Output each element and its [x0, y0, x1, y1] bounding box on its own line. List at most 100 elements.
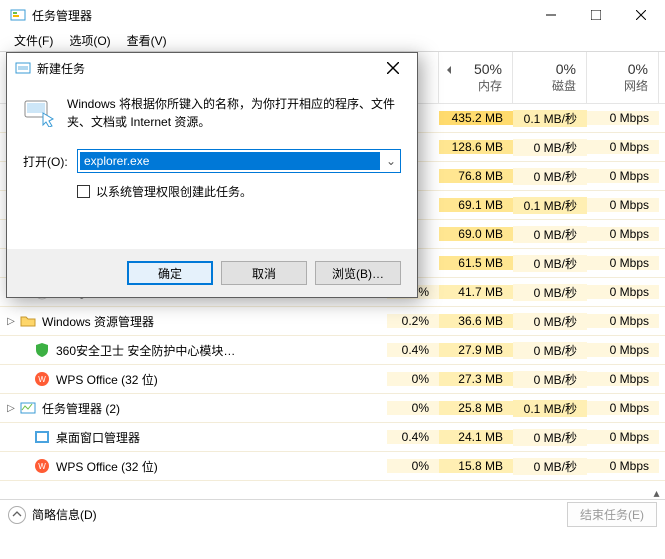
disk-cell: 0 MB/秒	[513, 371, 587, 388]
cpu-cell: 0.4%	[387, 430, 439, 444]
close-button[interactable]	[618, 0, 663, 30]
menu-file[interactable]: 文件(F)	[6, 30, 61, 51]
memory-cell: 25.8 MB	[439, 401, 513, 415]
ok-button[interactable]: 确定	[127, 261, 213, 285]
cpu-cell: 0.4%	[387, 343, 439, 357]
open-value[interactable]: explorer.exe	[80, 152, 380, 170]
minimize-button[interactable]	[528, 0, 573, 30]
disk-cell: 0.1 MB/秒	[513, 110, 587, 127]
network-cell: 0 Mbps	[587, 169, 659, 183]
open-combobox[interactable]: explorer.exe ⌄	[77, 149, 401, 173]
disk-cell: 0.1 MB/秒	[513, 400, 587, 417]
disk-percent: 0%	[556, 61, 576, 77]
wps-icon: W	[34, 458, 50, 474]
menu-options[interactable]: 选项(O)	[61, 30, 118, 51]
run-icon	[23, 95, 55, 127]
admin-checkbox[interactable]	[77, 185, 90, 198]
disk-cell: 0 MB/秒	[513, 342, 587, 359]
disk-cell: 0 MB/秒	[513, 429, 587, 446]
dialog-close-button[interactable]	[373, 54, 413, 82]
footer: 简略信息(D) 结束任务(E)	[0, 499, 665, 529]
process-row[interactable]: W WPS Office (32 位) 0%27.3 MB0 MB/秒0 Mbps	[0, 365, 665, 394]
expand-icon[interactable]: ▷	[4, 316, 18, 327]
fewer-details-icon[interactable]	[8, 506, 26, 524]
process-row[interactable]: 360安全卫士 安全防护中心模块… 0.4%27.9 MB0 MB/秒0 Mbps	[0, 336, 665, 365]
network-cell: 0 Mbps	[587, 314, 659, 328]
process-name: 桌面窗口管理器	[56, 429, 140, 446]
browse-button[interactable]: 浏览(B)…	[315, 261, 401, 285]
svg-text:W: W	[38, 375, 46, 384]
network-cell: 0 Mbps	[587, 430, 659, 444]
chevron-down-icon[interactable]: ⌄	[382, 154, 400, 168]
network-cell: 0 Mbps	[587, 256, 659, 270]
memory-cell: 27.9 MB	[439, 343, 513, 357]
dialog-title: 新建任务	[37, 60, 373, 77]
network-cell: 0 Mbps	[587, 459, 659, 473]
network-percent: 0%	[628, 61, 648, 77]
dialog-message: Windows 将根据你所键入的名称，为你打开相应的程序、文件夹、文档或 Int…	[67, 95, 401, 131]
network-cell: 0 Mbps	[587, 285, 659, 299]
disk-label: 磁盘	[552, 77, 576, 94]
open-label: 打开(O):	[23, 153, 77, 170]
memory-cell: 69.1 MB	[439, 198, 513, 212]
window-title: 任务管理器	[32, 7, 528, 24]
network-cell: 0 Mbps	[587, 343, 659, 357]
process-name: 任务管理器 (2)	[42, 400, 120, 417]
memory-cell: 41.7 MB	[439, 285, 513, 299]
network-cell: 0 Mbps	[587, 140, 659, 154]
memory-cell: 15.8 MB	[439, 459, 513, 473]
process-row[interactable]: ▷ Windows 资源管理器 0.2%36.6 MB0 MB/秒0 Mbps	[0, 307, 665, 336]
svg-text:W: W	[38, 462, 46, 471]
cpu-cell: 0%	[387, 372, 439, 386]
network-cell: 0 Mbps	[587, 111, 659, 125]
memory-label: 内存	[478, 77, 502, 94]
dialog-icon	[15, 60, 31, 76]
disk-cell: 0 MB/秒	[513, 255, 587, 272]
column-network[interactable]: 0% 网络	[587, 52, 659, 103]
expand-icon[interactable]: ▷	[4, 403, 18, 414]
menu-view[interactable]: 查看(V)	[119, 30, 175, 51]
column-memory[interactable]: 50% 内存	[439, 52, 513, 103]
cancel-button[interactable]: 取消	[221, 261, 307, 285]
cpu-cell: 0%	[387, 401, 439, 415]
memory-cell: 24.1 MB	[439, 430, 513, 444]
process-row[interactable]: ▷ 任务管理器 (2) 0%25.8 MB0.1 MB/秒0 Mbps	[0, 394, 665, 423]
maximize-button[interactable]	[573, 0, 618, 30]
column-disk[interactable]: 0% 磁盘	[513, 52, 587, 103]
app-icon	[10, 7, 26, 23]
network-cell: 0 Mbps	[587, 372, 659, 386]
memory-cell: 69.0 MB	[439, 227, 513, 241]
memory-cell: 128.6 MB	[439, 140, 513, 154]
menubar: 文件(F) 选项(O) 查看(V)	[0, 30, 665, 51]
memory-cell: 76.8 MB	[439, 169, 513, 183]
shield-icon	[34, 342, 50, 358]
cpu-cell: 0.2%	[387, 314, 439, 328]
cpu-cell: 0%	[387, 459, 439, 473]
memory-cell: 61.5 MB	[439, 256, 513, 270]
disk-cell: 0 MB/秒	[513, 458, 587, 475]
process-name: WPS Office (32 位)	[56, 371, 158, 388]
disk-cell: 0 MB/秒	[513, 313, 587, 330]
disk-cell: 0 MB/秒	[513, 284, 587, 301]
process-name: 360安全卫士 安全防护中心模块…	[56, 342, 235, 359]
memory-cell: 36.6 MB	[439, 314, 513, 328]
folder-icon	[20, 313, 36, 329]
admin-checkbox-label: 以系统管理权限创建此任务。	[96, 183, 252, 200]
memory-cell: 27.3 MB	[439, 372, 513, 386]
process-row[interactable]: 桌面窗口管理器 0.4%24.1 MB0 MB/秒0 Mbps	[0, 423, 665, 452]
wps-icon: W	[34, 371, 50, 387]
dwm-icon	[34, 429, 50, 445]
disk-cell: 0.1 MB/秒	[513, 197, 587, 214]
titlebar: 任务管理器	[0, 0, 665, 30]
network-cell: 0 Mbps	[587, 401, 659, 415]
disk-cell: 0 MB/秒	[513, 226, 587, 243]
disk-cell: 0 MB/秒	[513, 139, 587, 156]
fewer-details-label[interactable]: 简略信息(D)	[32, 506, 97, 523]
network-cell: 0 Mbps	[587, 227, 659, 241]
end-task-button[interactable]: 结束任务(E)	[567, 502, 657, 527]
new-task-dialog: 新建任务 Windows 将根据你所键入的名称，为你打开相应的程序、文件夹、文档…	[6, 52, 418, 298]
process-row[interactable]: W WPS Office (32 位) 0%15.8 MB0 MB/秒0 Mbps	[0, 452, 665, 481]
process-name: Windows 资源管理器	[42, 313, 154, 330]
network-cell: 0 Mbps	[587, 198, 659, 212]
process-name: WPS Office (32 位)	[56, 458, 158, 475]
